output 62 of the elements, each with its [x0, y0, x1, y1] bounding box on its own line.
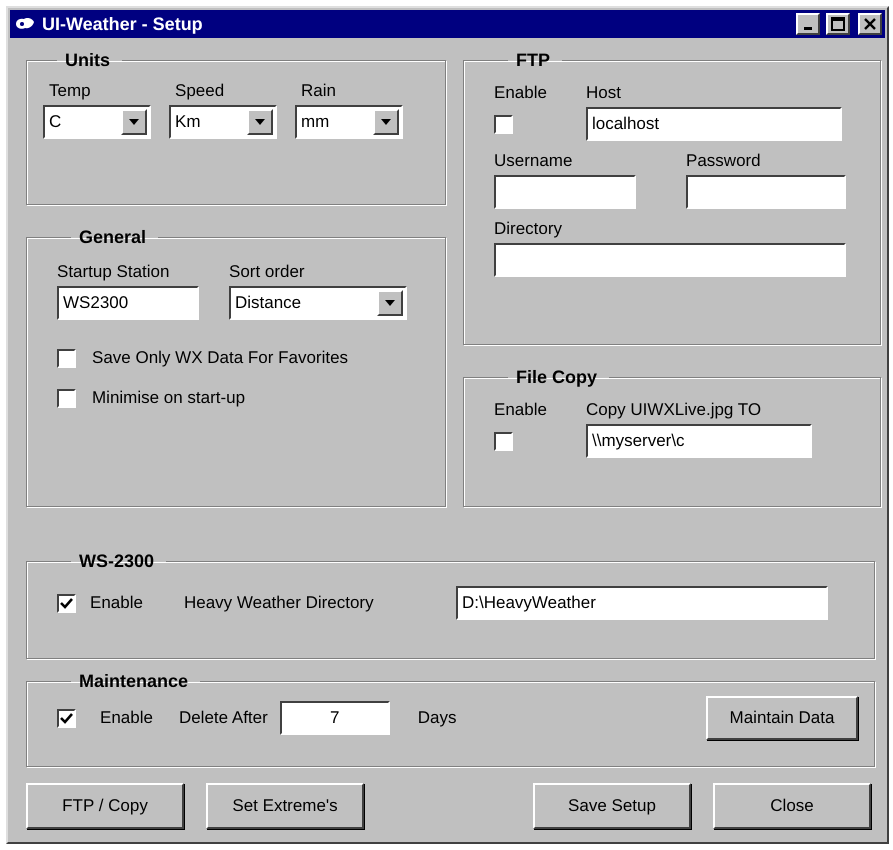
- field-label: Enable: [494, 400, 548, 420]
- checkmark-icon: [60, 596, 73, 610]
- checkbox[interactable]: [494, 114, 513, 134]
- checkbox[interactable]: [57, 388, 76, 408]
- maintain-data-button[interactable]: Maintain Data: [706, 696, 858, 740]
- triangle-icon: [385, 300, 395, 306]
- field-label: Username: [494, 151, 574, 171]
- app-icon: [14, 16, 36, 32]
- group-title: File Copy: [515, 367, 598, 388]
- close-button[interactable]: [858, 13, 882, 35]
- text-field[interactable]: [686, 175, 846, 209]
- checkmark-icon: [60, 712, 73, 724]
- dialog-button[interactable]: Save Setup: [533, 783, 691, 829]
- triangle-icon: [381, 119, 391, 125]
- checkbox[interactable]: [494, 432, 513, 450]
- number-field[interactable]: 7: [280, 701, 390, 735]
- checkbox-label: Enable: [90, 593, 144, 613]
- field-label: Rain: [300, 81, 337, 101]
- text-field[interactable]: [494, 175, 636, 209]
- group-title: WS-2300: [78, 551, 156, 572]
- minimize-button[interactable]: [796, 13, 820, 35]
- text-field[interactable]: D:\HeavyWeather: [456, 586, 828, 620]
- unit-label: Days: [418, 708, 458, 728]
- field-label: Directory: [494, 219, 564, 239]
- checkbox[interactable]: [57, 708, 76, 728]
- field-label: Delete After: [178, 708, 268, 728]
- dialog-button[interactable]: Close: [713, 783, 871, 829]
- dialog-button[interactable]: FTP / Copy: [26, 783, 184, 829]
- field-label: Host: [586, 83, 622, 103]
- field-label: Startup Station: [57, 262, 170, 282]
- field-label: Password: [686, 151, 762, 171]
- field-label: Heavy Weather Directory: [184, 593, 375, 613]
- dropdown[interactable]: mm: [295, 105, 403, 139]
- dropdown[interactable]: Distance: [229, 286, 407, 320]
- dropdown[interactable]: C: [43, 105, 151, 139]
- checkbox[interactable]: [57, 594, 76, 612]
- text-field[interactable]: \\myserver\c: [586, 424, 812, 458]
- field-label: Speed: [174, 81, 226, 101]
- checkbox-label: Enable: [100, 708, 153, 728]
- checkbox-label: Minimise on start-up: [92, 388, 246, 408]
- close-icon: [864, 18, 876, 30]
- minimize-icon: [804, 26, 812, 30]
- field-label: Temp: [48, 81, 92, 101]
- group-title: Maintenance: [78, 671, 190, 692]
- field-label: Sort order: [229, 262, 306, 282]
- triangle-icon: [255, 119, 265, 125]
- text-field[interactable]: localhost: [586, 107, 842, 141]
- maximize-button[interactable]: [826, 13, 850, 35]
- checkbox[interactable]: [57, 348, 76, 368]
- dialog-button[interactable]: Set Extreme's: [206, 783, 364, 829]
- group-title: FTP: [515, 50, 551, 71]
- checkbox-label: Save Only WX Data For Favorites: [92, 348, 348, 368]
- maximize-icon: [831, 17, 845, 31]
- group-title: General: [78, 227, 148, 248]
- window-title: UI-Weather - Setup: [42, 14, 204, 34]
- field-label: Enable: [494, 83, 548, 103]
- field-label: Copy UIWXLive.jpg TO: [586, 400, 762, 420]
- dropdown[interactable]: Km: [169, 105, 277, 139]
- triangle-icon: [129, 119, 139, 125]
- text-field[interactable]: WS2300: [57, 286, 199, 320]
- text-field[interactable]: [494, 243, 846, 277]
- group-title: Units: [64, 50, 111, 71]
